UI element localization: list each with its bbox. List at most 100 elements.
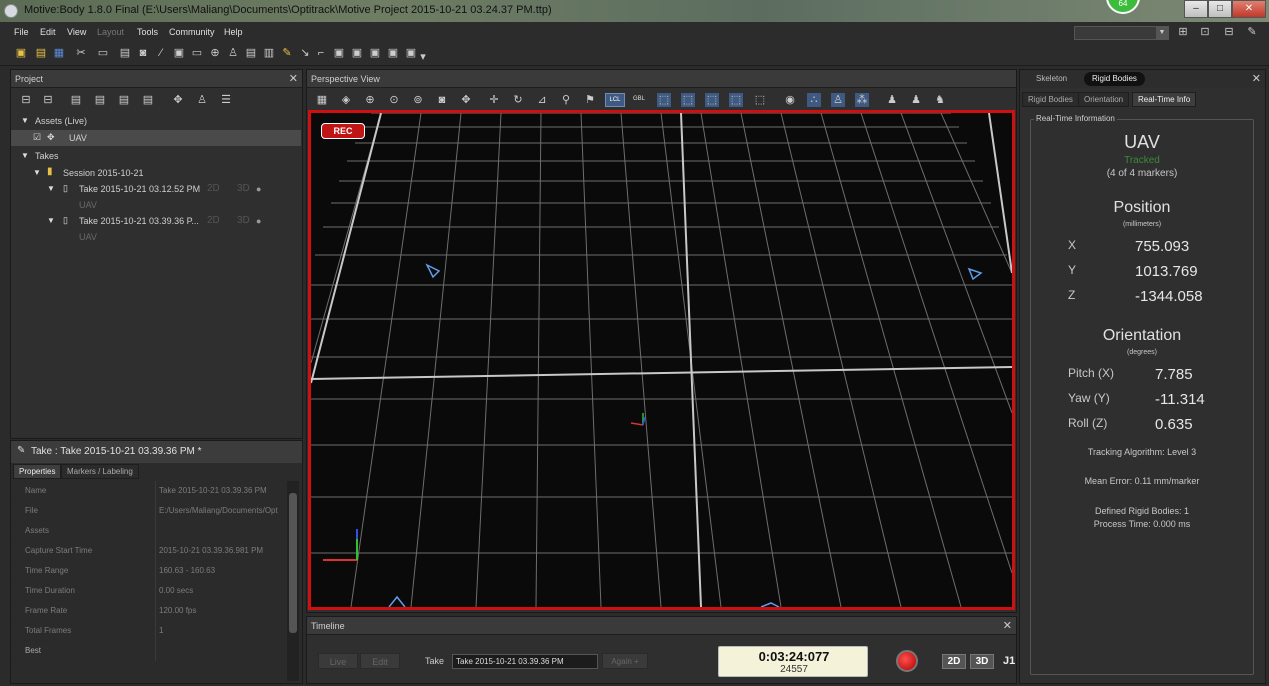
- rotate-icon[interactable]: ↻: [511, 93, 525, 107]
- select-markers-icon[interactable]: ⬚: [657, 93, 671, 107]
- tab-orientation[interactable]: Orientation: [1078, 92, 1130, 107]
- again-button[interactable]: Again +: [602, 653, 648, 669]
- tab-rigid-bodies[interactable]: Rigid Bodies: [1084, 72, 1145, 86]
- 3d-viewport[interactable]: REC: [308, 110, 1015, 610]
- import-icon[interactable]: ▤: [93, 93, 107, 107]
- skeleton-edit-icon[interactable]: ♟: [885, 93, 899, 107]
- layout-icon[interactable]: ⊟: [1222, 25, 1236, 39]
- show-bones-icon[interactable]: ♙: [831, 93, 845, 107]
- tree-take-1[interactable]: ▼ ▯ Take 2015-10-21 03.12.52 PM 2D 3D ●: [11, 181, 301, 197]
- select-cameras-icon[interactable]: ⬚: [681, 93, 695, 107]
- new-session-icon[interactable]: ▤: [69, 93, 83, 107]
- cube-icon[interactable]: ◈: [339, 93, 353, 107]
- layout-icon[interactable]: ⊡: [1198, 25, 1212, 39]
- tree-asset-uav[interactable]: ☑ ✥ UAV: [11, 130, 301, 146]
- skeleton-run-icon[interactable]: ♞: [933, 93, 947, 107]
- panel-icon[interactable]: ▤: [118, 46, 132, 60]
- prop-value[interactable]: 0.00 secs: [159, 586, 286, 595]
- brush-icon[interactable]: ⚑: [583, 93, 597, 107]
- maximize-button[interactable]: □: [1208, 0, 1232, 18]
- menu-community[interactable]: Community: [169, 27, 215, 37]
- layout-combo[interactable]: ▼: [1074, 26, 1169, 40]
- save-icon[interactable]: ▦: [52, 46, 66, 60]
- scrollbar-thumb[interactable]: [289, 493, 297, 633]
- menu-view[interactable]: View: [67, 27, 86, 37]
- grid-icon[interactable]: ▦: [315, 93, 329, 107]
- list-icon[interactable]: ☰: [219, 93, 233, 107]
- close-icon[interactable]: ✕: [1003, 619, 1012, 632]
- edit-mode-button[interactable]: Edit: [360, 653, 400, 669]
- translate-icon[interactable]: ✛: [487, 93, 501, 107]
- overflow-icon[interactable]: ▾: [416, 50, 430, 64]
- sync-icon[interactable]: ▭: [190, 46, 204, 60]
- checkbox-icon[interactable]: ☑: [33, 132, 41, 143]
- scale-icon[interactable]: ⊿: [535, 93, 549, 107]
- add-asset-icon[interactable]: ⊟: [19, 93, 33, 107]
- global-mode-button[interactable]: GBL: [629, 93, 649, 107]
- rigid-body-icon[interactable]: ✥: [171, 93, 185, 107]
- tree-take-2[interactable]: ▼ ▯ Take 2015-10-21 03.39.36 P... 2D 3D …: [11, 213, 301, 229]
- local-mode-button[interactable]: LCL: [605, 93, 625, 107]
- menu-file[interactable]: File: [14, 27, 29, 37]
- window-icon[interactable]: ▭: [96, 46, 110, 60]
- tab-skeleton[interactable]: Skeleton: [1028, 72, 1075, 86]
- live-mode-button[interactable]: Live: [318, 653, 358, 669]
- menu-edit[interactable]: Edit: [40, 27, 56, 37]
- pivot-icon[interactable]: ⚲: [559, 93, 573, 107]
- marker-tool-icon[interactable]: ⌐: [314, 46, 328, 60]
- skeleton-icon[interactable]: ♙: [195, 93, 209, 107]
- prop-value[interactable]: E:/Users/Maliang/Documents/Opt: [159, 506, 286, 515]
- tab-properties[interactable]: Properties: [13, 464, 62, 479]
- skeleton-pose-icon[interactable]: ♟: [909, 93, 923, 107]
- remove-asset-icon[interactable]: ⊟: [41, 93, 55, 107]
- tab-real-time-info[interactable]: Real-Time Info: [1132, 92, 1197, 107]
- prop-value[interactable]: 1: [159, 626, 286, 635]
- close-icon[interactable]: ✕: [289, 72, 298, 85]
- grid-view-icon[interactable]: ▣: [332, 46, 346, 60]
- tools-icon[interactable]: ✂: [74, 46, 88, 60]
- take-name-field[interactable]: Take 2015-10-21 03.39.36 PM: [452, 654, 598, 669]
- wand-icon[interactable]: ⁄: [154, 46, 168, 60]
- zoom-selection-icon[interactable]: ⊚: [411, 93, 425, 107]
- tab-rigid-bodies-list[interactable]: Rigid Bodies: [1022, 92, 1079, 107]
- close-icon[interactable]: ✕: [1252, 72, 1261, 85]
- properties-scrollbar[interactable]: [287, 481, 299, 681]
- mode-3d-button[interactable]: 3D: [970, 654, 994, 669]
- camera-icon[interactable]: ◙: [435, 93, 449, 107]
- camera-icon[interactable]: ◙: [136, 46, 150, 60]
- prop-value[interactable]: 160.63 - 160.63: [159, 566, 286, 575]
- pencil-icon[interactable]: ✎: [280, 46, 294, 60]
- prop-value[interactable]: 2015-10-21 03.39.36.981 PM: [159, 546, 286, 555]
- zoom-fit-icon[interactable]: ⊙: [387, 93, 401, 107]
- tree-assets[interactable]: ▼ Assets (Live): [11, 113, 301, 129]
- menu-tools[interactable]: Tools: [137, 27, 158, 37]
- prop-value[interactable]: 120.00 fps: [159, 606, 286, 615]
- show-rigid-icon[interactable]: ⁂: [855, 93, 869, 107]
- probe-icon[interactable]: ↘: [298, 46, 312, 60]
- new-icon[interactable]: ▣: [14, 46, 28, 60]
- prop-value[interactable]: Take 2015-10-21 03.39.36 PM: [159, 486, 286, 495]
- visibility-eye-icon[interactable]: ◉: [783, 93, 797, 107]
- select-skeleton-icon[interactable]: ⬚: [729, 93, 743, 107]
- export-icon[interactable]: ▤: [117, 93, 131, 107]
- edit-icon[interactable]: ▥: [262, 46, 276, 60]
- minimize-button[interactable]: –: [1184, 0, 1208, 18]
- mode-2d-button[interactable]: 2D: [942, 654, 966, 669]
- data-view-icon[interactable]: ▣: [350, 46, 364, 60]
- layout-icon[interactable]: ⊞: [1176, 25, 1190, 39]
- layout-icon[interactable]: ✎: [1245, 25, 1259, 39]
- tab-markers-labeling[interactable]: Markers / Labeling: [61, 464, 139, 479]
- rename-icon[interactable]: ▤: [141, 93, 155, 107]
- tree-session[interactable]: ▼ ▮ Session 2015-10-21: [11, 165, 301, 181]
- rigid-body-icon[interactable]: ✥: [459, 93, 473, 107]
- close-button[interactable]: ✕: [1232, 0, 1266, 18]
- select-rigid-icon[interactable]: ⬚: [705, 93, 719, 107]
- skeleton-icon[interactable]: ♙: [226, 46, 240, 60]
- menu-help[interactable]: Help: [224, 27, 243, 37]
- graph-view-icon[interactable]: ▣: [368, 46, 382, 60]
- reference-view-icon[interactable]: ▣: [386, 46, 400, 60]
- calibration-icon[interactable]: ▣: [172, 46, 186, 60]
- zoom-icon[interactable]: ⊕: [363, 93, 377, 107]
- rigid-body-icon[interactable]: ▤: [244, 46, 258, 60]
- show-markers-icon[interactable]: ∴: [807, 93, 821, 107]
